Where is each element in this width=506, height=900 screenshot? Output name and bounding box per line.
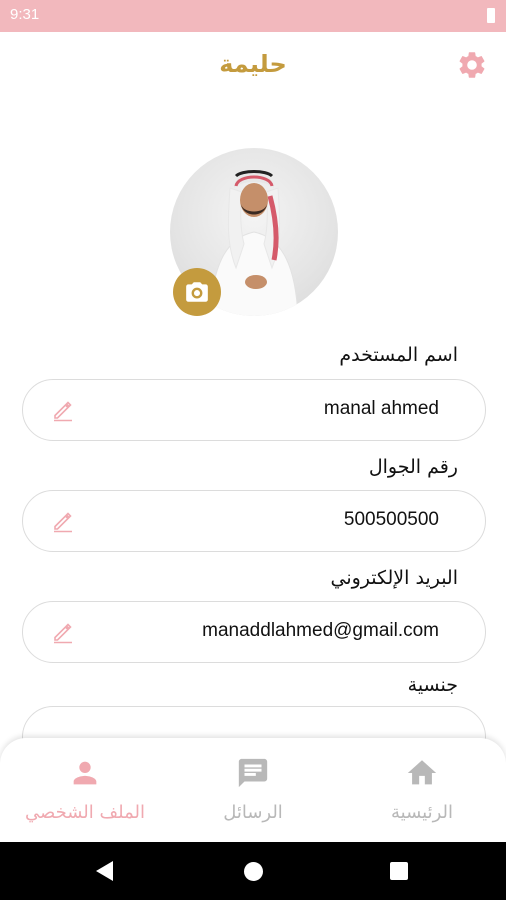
system-navigation-bar [0, 842, 506, 900]
mobile-label: رقم الجوال [368, 456, 458, 478]
email-value: manaddlahmed@gmail.com [202, 620, 439, 641]
bottom-navigation: الملف الشخصي الرسائل الرئيسية [0, 738, 506, 842]
back-icon[interactable] [96, 861, 113, 881]
nav-messages-label: الرسائل [223, 802, 283, 823]
nav-profile[interactable]: الملف الشخصي [20, 756, 150, 823]
chat-icon [238, 758, 268, 788]
nationality-label: جنسية [407, 674, 458, 696]
username-value: manal ahmed [323, 398, 439, 419]
username-label: اسم المستخدم [339, 344, 458, 366]
profile-screen: 9:31 حليمة اسم المستخدم manal ahmed رقم … [0, 0, 506, 900]
mobile-field[interactable]: 500500500 [22, 490, 486, 552]
change-photo-button[interactable] [173, 268, 221, 316]
email-field[interactable]: manaddlahmed@gmail.com [22, 601, 486, 663]
email-label: البريد الإلكتروني [330, 567, 459, 589]
person-icon [73, 761, 97, 785]
home-circle-icon[interactable] [244, 862, 263, 881]
gear-icon[interactable] [456, 49, 488, 81]
app-bar: حليمة [0, 32, 506, 98]
page-title: حليمة [219, 50, 287, 78]
nav-messages[interactable]: الرسائل [188, 756, 318, 823]
camera-icon [186, 282, 208, 302]
edit-pencil-icon[interactable] [51, 398, 75, 422]
nav-home-label: الرئيسية [391, 802, 453, 823]
home-icon [407, 760, 437, 785]
status-bar: 9:31 [0, 0, 506, 32]
battery-icon [487, 8, 495, 23]
mobile-value: 500500500 [343, 509, 439, 530]
avatar-container [170, 148, 338, 316]
recents-icon[interactable] [390, 862, 408, 880]
nav-profile-label: الملف الشخصي [25, 802, 145, 823]
nav-home[interactable]: الرئيسية [357, 756, 487, 823]
status-time: 9:31 [10, 6, 40, 23]
username-field[interactable]: manal ahmed [22, 379, 486, 441]
edit-pencil-icon[interactable] [51, 620, 75, 644]
edit-pencil-icon[interactable] [51, 509, 75, 533]
